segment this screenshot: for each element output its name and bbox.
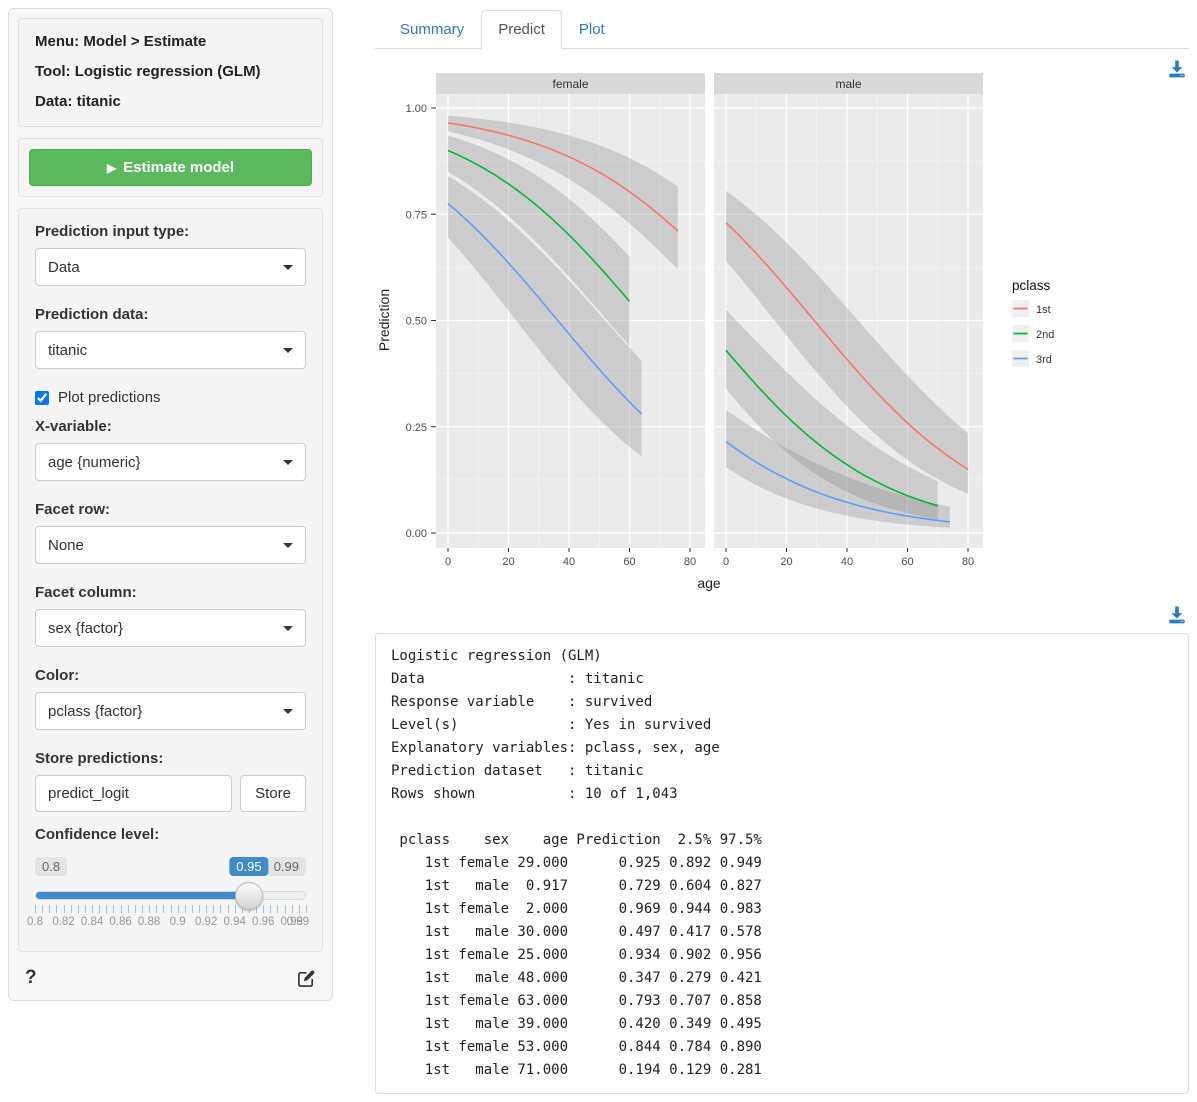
predict-settings-panel: Prediction input type: Data Prediction d… <box>18 208 323 952</box>
svg-text:female: female <box>552 77 588 91</box>
tool-name: Tool: Logistic regression (GLM) <box>35 63 306 80</box>
slider-track[interactable] <box>35 891 306 900</box>
confidence-level-label: Confidence level: <box>35 826 306 843</box>
svg-text:age: age <box>697 575 721 591</box>
prediction-data-label: Prediction data: <box>35 306 306 323</box>
prediction-data-value: titanic <box>48 342 87 359</box>
model-info-panel: Menu: Model > Estimate Tool: Logistic re… <box>18 18 323 127</box>
prediction-input-type-label: Prediction input type: <box>35 223 306 240</box>
prediction-input-type-select[interactable]: Data <box>35 248 306 286</box>
color-value: pclass {factor} <box>48 703 142 720</box>
color-select[interactable]: pclass {factor} <box>35 692 306 730</box>
edit-report-icon[interactable] <box>297 969 316 988</box>
svg-text:0.75: 0.75 <box>406 209 427 221</box>
svg-text:0.50: 0.50 <box>406 316 427 328</box>
tabbar: Summary Predict Plot <box>375 10 1189 49</box>
x-variable-select[interactable]: age {numeric} <box>35 443 306 481</box>
chevron-down-icon <box>283 709 293 714</box>
slider-value-label: 0.95 <box>229 857 268 876</box>
plot-predictions-label[interactable]: Plot predictions <box>58 389 161 406</box>
prediction-data-select[interactable]: titanic <box>35 331 306 369</box>
prediction-plot-svg: female 0 20 40 60 80 male 0 20 40 60 80 0.00 0.25 0.50… <box>375 57 1189 602</box>
facet-row-value: None <box>48 537 84 554</box>
svg-text:3rd: 3rd <box>1036 354 1052 366</box>
svg-text:0.25: 0.25 <box>406 422 427 434</box>
tab-plot[interactable]: Plot <box>562 10 622 49</box>
chevron-down-icon <box>283 460 293 465</box>
svg-text:60: 60 <box>901 556 913 568</box>
help-icon[interactable]: ? <box>25 967 37 989</box>
facet-row-label: Facet row: <box>35 501 306 518</box>
chevron-down-icon <box>283 543 293 548</box>
prediction-input-type-value: Data <box>48 259 80 276</box>
slider-grid: 0.80.820.840.860.880.90.920.940.960.980.… <box>35 905 306 937</box>
estimate-panel: ▶ Estimate model <box>18 138 323 197</box>
tab-predict[interactable]: Predict <box>481 10 562 49</box>
tab-summary[interactable]: Summary <box>383 10 481 49</box>
facet-column-label: Facet column: <box>35 584 306 601</box>
prediction-output-text: Logistic regression (GLM) Data : titanic… <box>391 645 1173 1082</box>
svg-text:male: male <box>835 77 861 91</box>
app: Menu: Model > Estimate Tool: Logistic re… <box>0 0 1197 1102</box>
slider-max-label: 0.99 <box>267 857 306 876</box>
x-variable-value: age {numeric} <box>48 454 141 471</box>
facet-column-value: sex {factor} <box>48 620 123 637</box>
download-row <box>375 605 1189 627</box>
menu-path: Menu: Model > Estimate <box>35 33 306 50</box>
svg-text:0: 0 <box>723 556 729 568</box>
confidence-slider[interactable]: 0.8 0.99 0.95 0.80.820.840.860.880.90.92… <box>35 857 306 937</box>
data-name-line: Data: titanic <box>35 93 306 110</box>
svg-text:40: 40 <box>841 556 853 568</box>
svg-text:20: 20 <box>780 556 792 568</box>
slider-min-label: 0.8 <box>35 857 67 876</box>
color-label: Color: <box>35 667 306 684</box>
svg-text:pclass: pclass <box>1012 278 1051 293</box>
store-predictions-label: Store predictions: <box>35 750 306 767</box>
sidebar: Menu: Model > Estimate Tool: Logistic re… <box>8 8 333 1001</box>
facet-row-select[interactable]: None <box>35 526 306 564</box>
svg-text:0: 0 <box>445 556 451 568</box>
chevron-down-icon <box>283 348 293 353</box>
prediction-plot: female 0 20 40 60 80 male 0 20 40 60 80 0.00 0.25 0.50… <box>375 57 1189 605</box>
svg-text:2nd: 2nd <box>1036 329 1054 341</box>
sidebar-footer: ? <box>18 963 323 991</box>
svg-text:0.00: 0.00 <box>406 528 427 540</box>
svg-text:60: 60 <box>623 556 635 568</box>
slider-handle[interactable] <box>235 882 263 910</box>
chevron-down-icon <box>283 626 293 631</box>
store-predictions-input[interactable] <box>35 775 232 812</box>
x-variable-label: X-variable: <box>35 418 306 435</box>
svg-text:80: 80 <box>962 556 974 568</box>
play-icon: ▶ <box>107 161 116 175</box>
plot-predictions-checkbox[interactable] <box>35 391 49 405</box>
estimate-model-button[interactable]: ▶ Estimate model <box>29 149 312 186</box>
estimate-model-label: Estimate model <box>123 159 234 176</box>
main-panel: Summary Predict Plot female 0 20 40 60 80 male… <box>375 8 1189 1094</box>
facet-column-select[interactable]: sex {factor} <box>35 609 306 647</box>
svg-text:40: 40 <box>563 556 575 568</box>
svg-text:Prediction: Prediction <box>376 289 392 351</box>
svg-text:20: 20 <box>502 556 514 568</box>
prediction-output: Logistic regression (GLM) Data : titanic… <box>375 633 1189 1094</box>
chevron-down-icon <box>283 265 293 270</box>
svg-text:1.00: 1.00 <box>406 103 427 115</box>
svg-text:1st: 1st <box>1036 304 1051 316</box>
download-plot-icon[interactable] <box>1167 59 1187 79</box>
store-button[interactable]: Store <box>240 775 306 812</box>
svg-text:80: 80 <box>684 556 696 568</box>
download-data-icon[interactable] <box>1167 605 1187 625</box>
